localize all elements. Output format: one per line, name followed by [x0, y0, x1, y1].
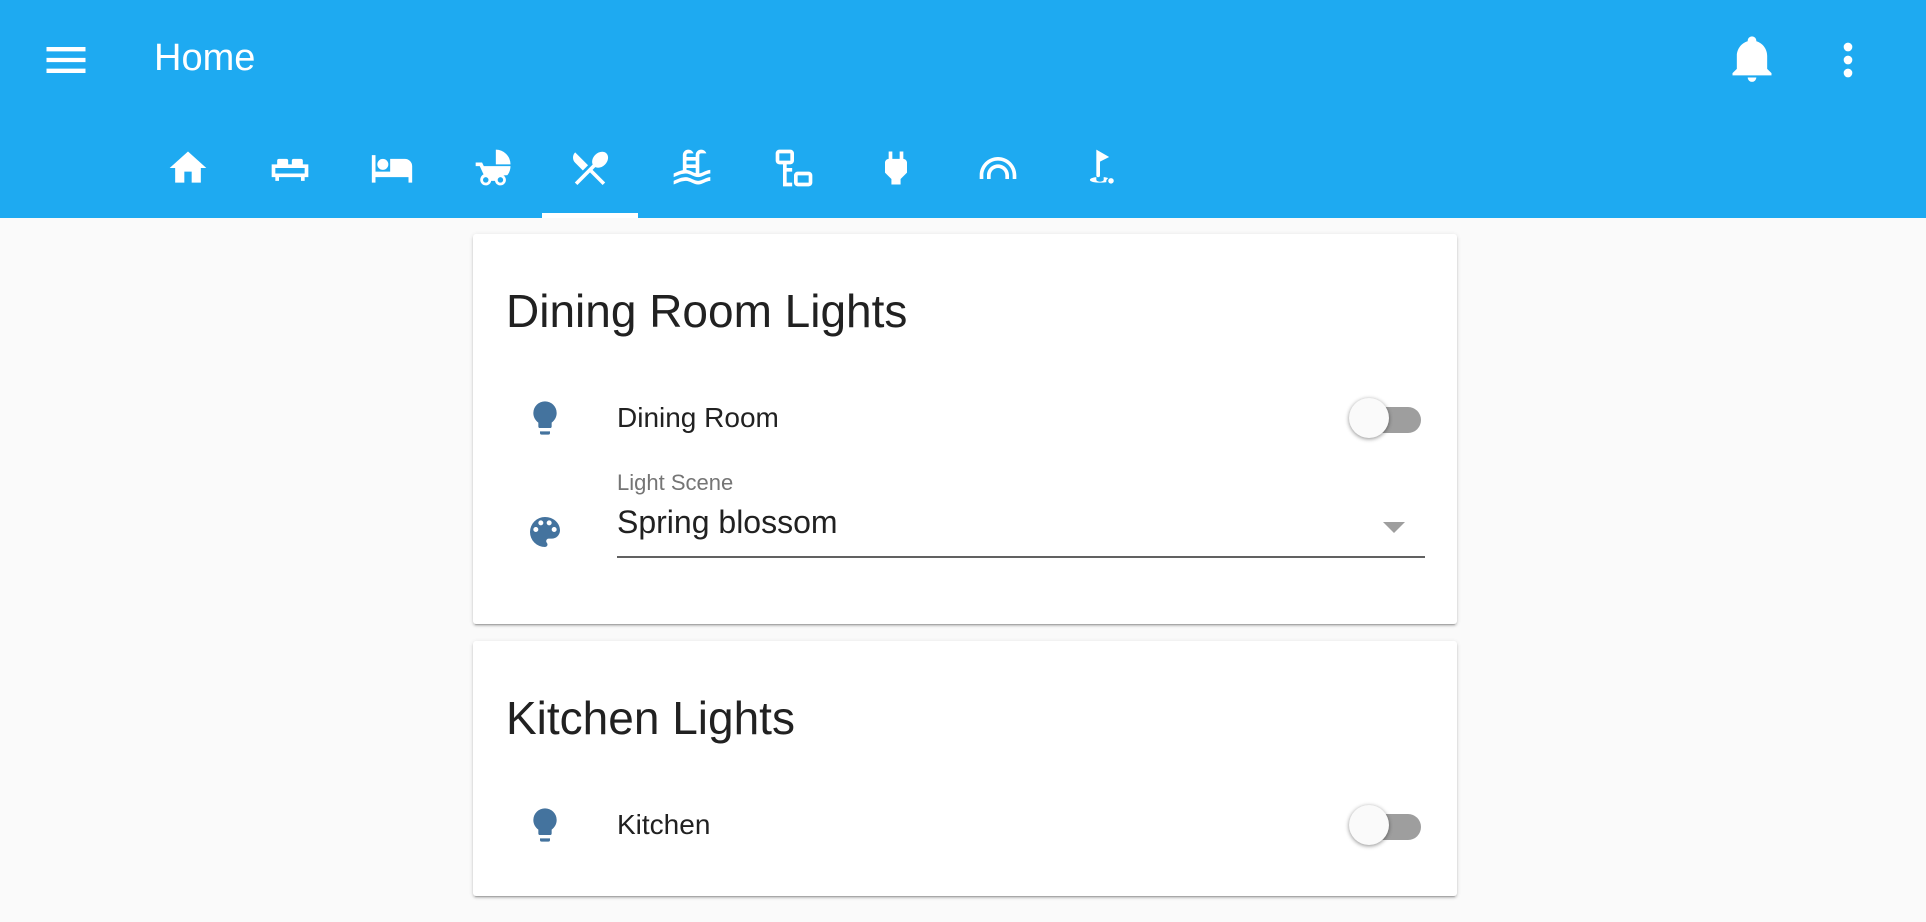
menu-icon — [46, 47, 86, 73]
menu-button[interactable] — [40, 34, 92, 86]
tab-dining[interactable] — [542, 130, 638, 218]
tab-outdoor[interactable] — [950, 130, 1046, 218]
pool-icon — [673, 149, 711, 185]
card-title: Kitchen Lights — [506, 692, 795, 744]
tab-network[interactable] — [746, 130, 842, 218]
select-value: Spring blossom — [617, 504, 838, 540]
baby-carriage-icon — [475, 149, 511, 186]
power-plug-icon — [885, 151, 907, 185]
dining-room-lights-card: Dining Room Lights Dining Room Light Sce… — [473, 234, 1457, 624]
palette-icon — [525, 512, 565, 552]
entity-name[interactable]: Dining Room — [617, 402, 779, 434]
tab-bedroom[interactable] — [344, 130, 440, 218]
card-title: Dining Room Lights — [506, 285, 908, 337]
notifications-button[interactable] — [1726, 30, 1778, 86]
sofa-icon — [271, 158, 309, 181]
entity-name[interactable]: Kitchen — [617, 809, 710, 841]
toggle-knob — [1349, 805, 1389, 845]
lightbulb-icon[interactable] — [525, 398, 565, 438]
light-scene-select[interactable]: Light Scene Spring blossom — [617, 470, 1425, 558]
dots-vertical-icon — [1843, 42, 1853, 78]
select-label: Light Scene — [617, 470, 734, 495]
tab-power[interactable] — [848, 130, 944, 218]
bed-icon — [371, 155, 413, 183]
select-underline — [617, 556, 1425, 558]
chevron-down-icon — [1383, 522, 1405, 533]
dining-room-toggle[interactable] — [1349, 397, 1425, 441]
toggle-knob — [1349, 398, 1389, 438]
tab-home[interactable] — [140, 130, 236, 218]
app-header: Home — [0, 0, 1926, 218]
kitchen-toggle[interactable] — [1349, 804, 1425, 848]
tab-living-room[interactable] — [242, 130, 338, 218]
network-icon — [775, 149, 813, 187]
silverware-icon — [573, 151, 609, 186]
tab-nursery[interactable] — [446, 130, 542, 218]
tab-golf[interactable] — [1052, 130, 1148, 218]
lightbulb-icon[interactable] — [525, 805, 565, 845]
more-options-button[interactable] — [1822, 34, 1874, 86]
golf-icon — [1089, 149, 1114, 184]
bell-icon — [1732, 36, 1772, 82]
home-icon — [169, 151, 207, 183]
tab-pool[interactable] — [644, 130, 740, 218]
page-title: Home — [154, 37, 256, 79]
rainbow-icon — [979, 157, 1017, 179]
kitchen-lights-card: Kitchen Lights Kitchen — [473, 641, 1457, 896]
